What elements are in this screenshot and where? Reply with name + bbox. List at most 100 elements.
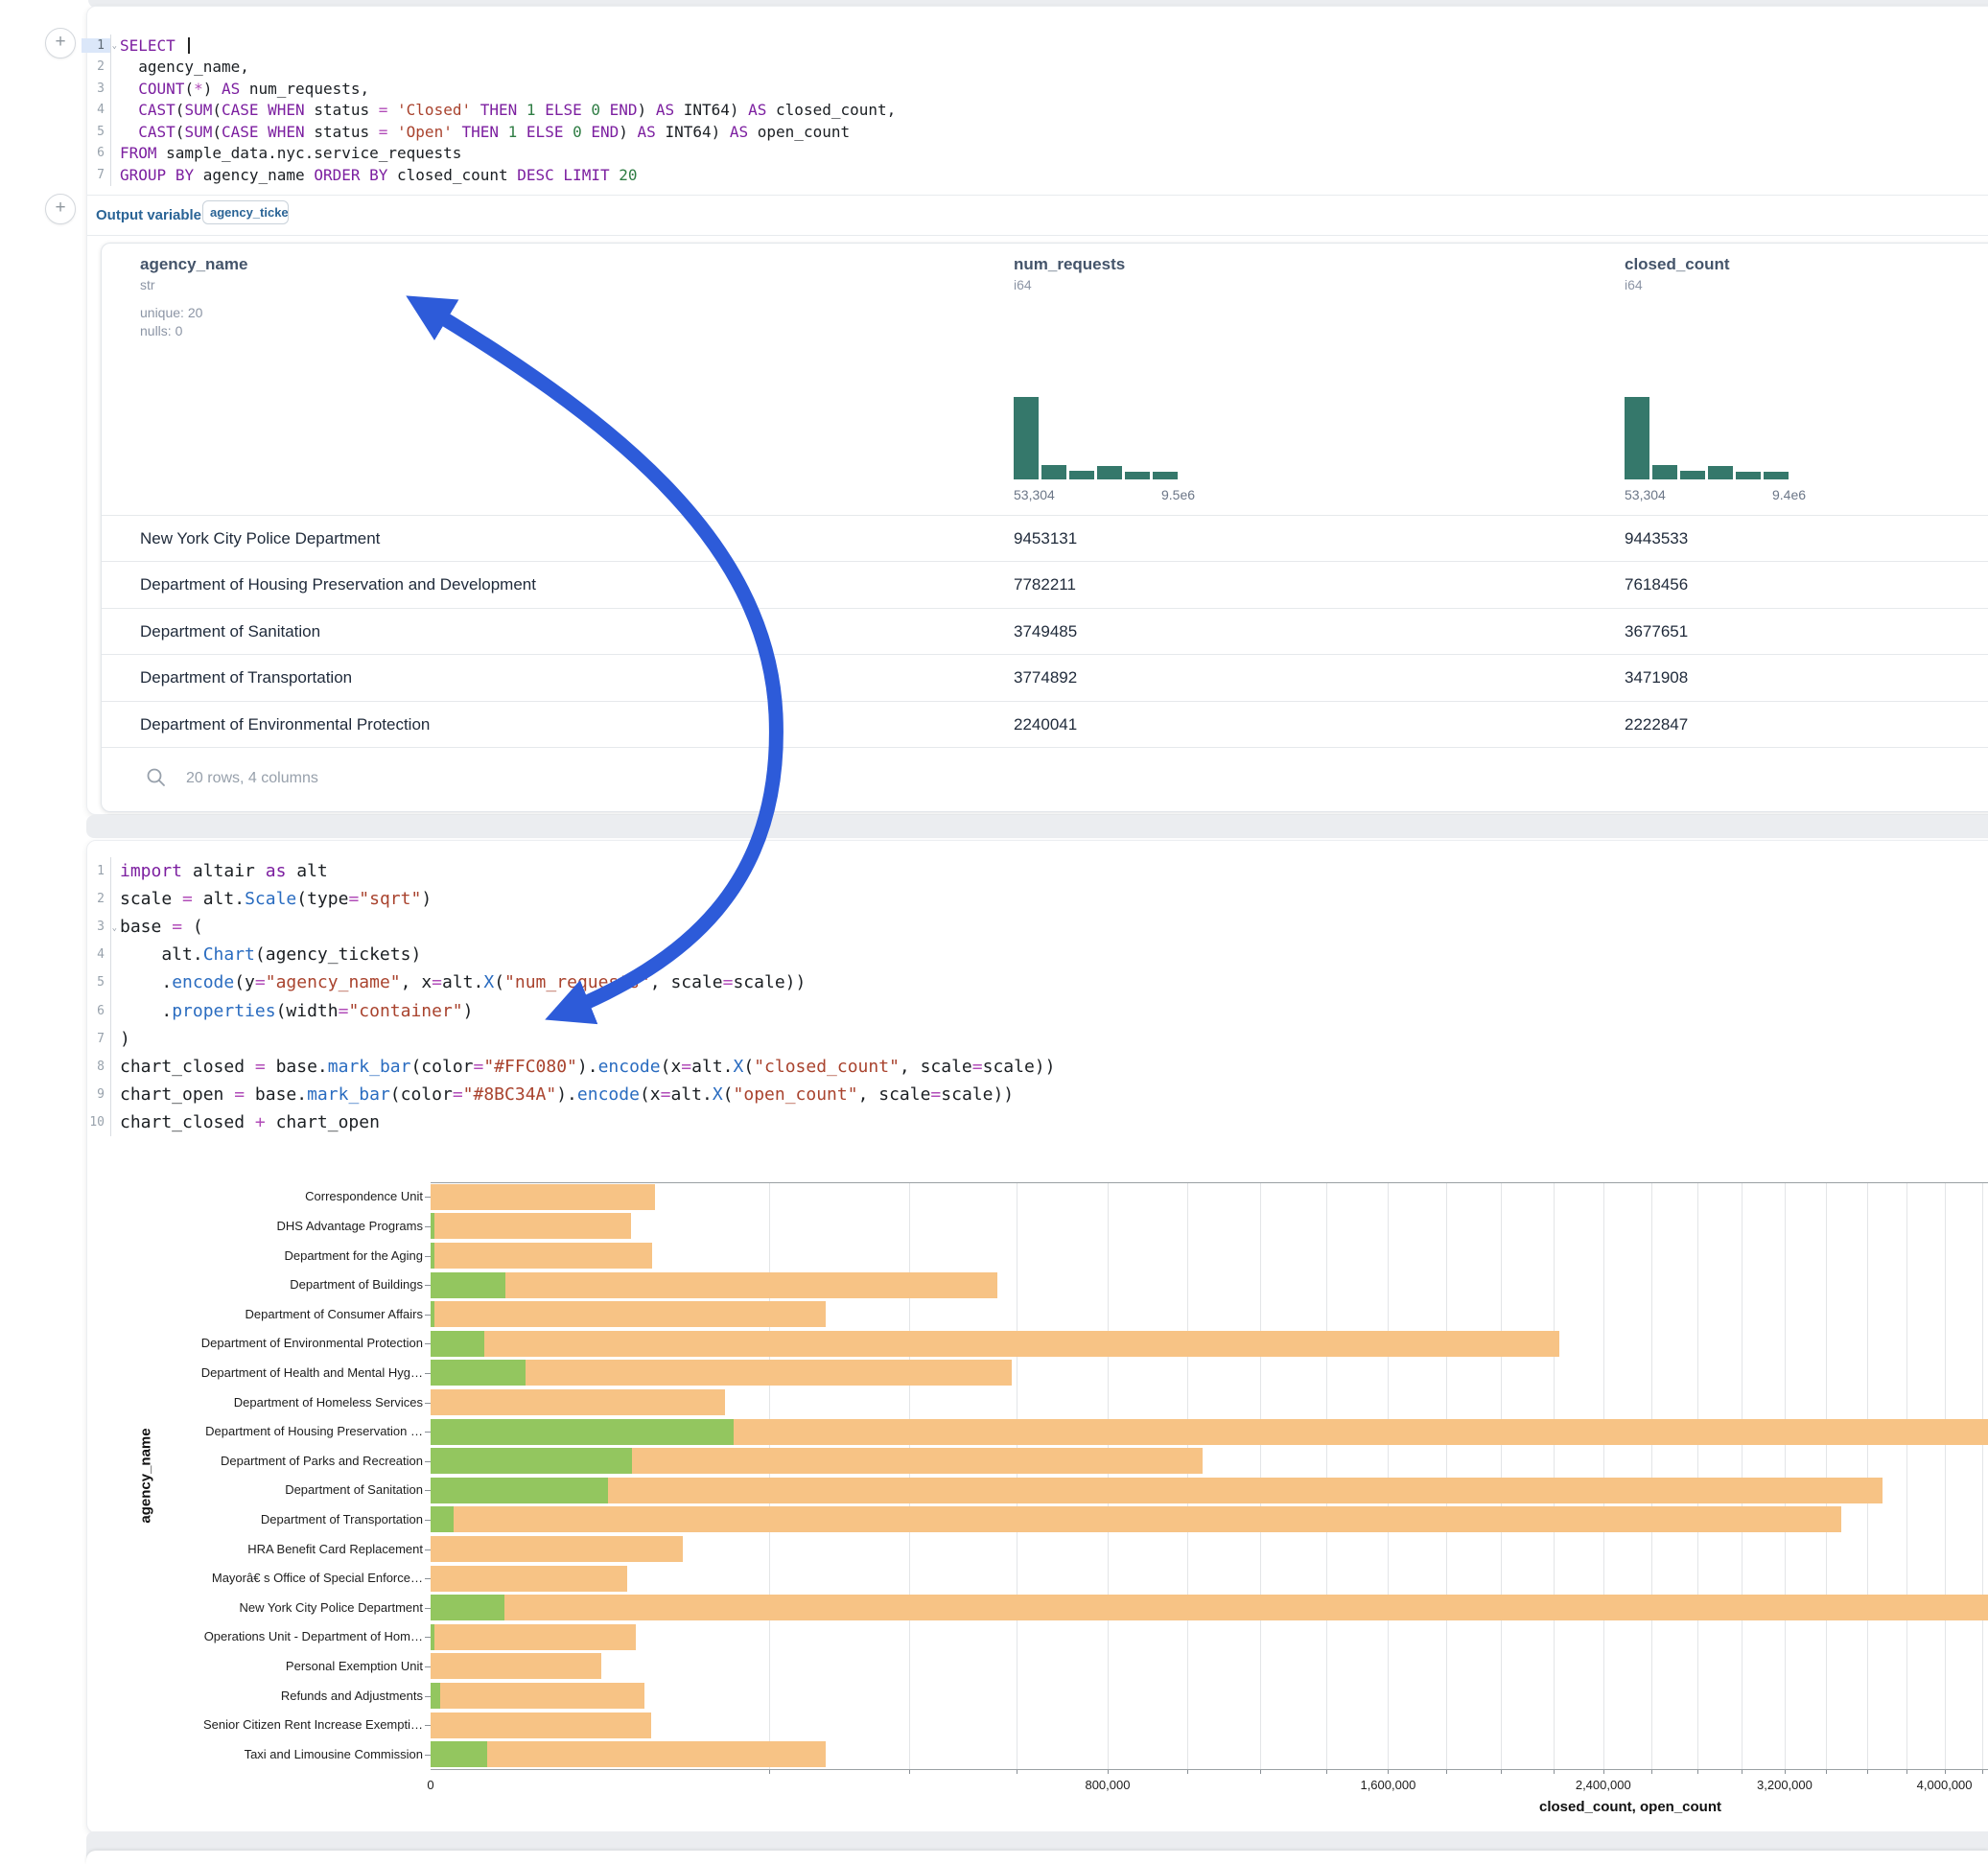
code-text: scale = alt.Scale(type="sqrt") [110,885,432,913]
code-text: CAST(SUM(CASE WHEN status = 'Open' THEN … [110,121,850,143]
code-text: COUNT(*) AS num_requests, [110,78,369,100]
column-stat-unique: unique: 20 [140,305,202,320]
line-number: 2 [82,892,110,906]
code-line: 1import altair as alt [82,857,1055,885]
histogram-max-label: 9.5e6 [1161,487,1195,502]
cell-num-requests: 7782211 [1014,575,1076,594]
code-text: chart_open = base.mark_bar(color="#8BC34… [110,1081,1014,1108]
code-line: 2scale = alt.Scale(type="sqrt") [82,885,1055,913]
table-row: Department of Environmental Protection 22… [102,701,1988,748]
histogram-bar [1680,471,1705,479]
line-number: 3 [82,82,110,96]
sql-code-editor[interactable]: 1⌄SELECT 2 agency_name,3 COUNT(*) AS num… [82,35,896,186]
x-axis-title: closed_count, open_count [1539,1799,1721,1815]
code-text: import altair as alt [110,857,328,885]
code-text: base = ( [110,913,203,941]
histogram-bar [1014,397,1039,479]
line-number: 1⌄ [82,38,110,53]
cell-closed-count: 3677651 [1625,622,1688,641]
code-line: 3⌄base = ( [82,913,1055,941]
code-text: CAST(SUM(CASE WHEN status = 'Closed' THE… [110,100,896,122]
column-header-num-requests[interactable]: num_requests [1014,255,1125,274]
table-row-end-border [102,747,1988,748]
column-type-closed-count: i64 [1625,277,1643,292]
code-line: 4 CAST(SUM(CASE WHEN status = 'Closed' T… [82,100,896,122]
line-number: 5 [82,975,110,990]
line-number: 7 [82,1032,110,1046]
code-line: 6FROM sample_data.nyc.service_requests [82,143,896,165]
next-cell-edge [86,1851,1988,1864]
line-number: 9 [82,1087,110,1102]
cell-section-divider [87,195,1988,196]
output-variable-input[interactable]: agency_tickets [202,200,289,224]
code-text: ) [110,1025,130,1053]
code-line: 10chart_closed + chart_open [82,1108,1055,1136]
code-line: 5 CAST(SUM(CASE WHEN status = 'Open' THE… [82,121,896,143]
code-text: chart_closed = base.mark_bar(color="#FFC… [110,1053,1055,1081]
code-line: 5 .encode(y="agency_name", x=alt.X("num_… [82,968,1055,996]
cell-gap [86,815,1988,838]
text-cursor [188,37,190,54]
line-number: 10 [82,1115,110,1130]
code-text: SELECT [110,35,190,57]
fold-chevron-icon[interactable]: ⌄ [112,41,117,51]
code-line: 4 alt.Chart(agency_tickets) [82,941,1055,968]
code-line: 6 .properties(width="container") [82,996,1055,1024]
histogram-bar [1097,466,1122,479]
line-number: 3⌄ [82,920,110,934]
y-axis-title: agency_name [138,1428,154,1523]
histogram-bar [1736,472,1761,479]
column-type-agency-name: str [140,277,155,292]
python-code-editor[interactable]: 1import altair as alt2scale = alt.Scale(… [82,857,1055,1136]
table-row: New York City Police Department945313194… [102,515,1988,562]
notebook-page: + + 1⌄SELECT 2 agency_name,3 COUNT(*) AS… [0,0,1988,1864]
histogram-bar [1153,472,1178,479]
cell-num-requests: 2240041 [1014,715,1077,734]
histogram-bar [1652,465,1677,479]
cell-closed-count: 3471908 [1625,668,1688,687]
code-line: 7GROUP BY agency_name ORDER BY closed_co… [82,164,896,186]
code-text: .encode(y="agency_name", x=alt.X("num_re… [110,968,806,996]
code-text: GROUP BY agency_name ORDER BY closed_cou… [110,164,638,186]
cell-num-requests: 9453131 [1014,529,1077,548]
code-line: 1⌄SELECT [82,35,896,57]
code-line: 8chart_closed = base.mark_bar(color="#FF… [82,1053,1055,1081]
add-cell-button-top[interactable]: + [45,28,76,58]
code-line: 9chart_open = base.mark_bar(color="#8BC3… [82,1081,1055,1108]
code-text: chart_closed + chart_open [110,1108,380,1136]
code-text: FROM sample_data.nyc.service_requests [110,143,461,165]
line-number: 8 [82,1060,110,1074]
line-number: 1 [82,864,110,878]
table-row-count: 20 rows, 4 columns [186,770,318,787]
histogram-min-label: 53,304 [1625,487,1666,502]
cell-closed-count: 2222847 [1625,715,1688,734]
line-number: 4 [82,947,110,962]
table-row: Department of Sanitation37494853677651 [102,608,1988,655]
line-number: 7 [82,168,110,182]
output-variable-label: Output variable: [96,207,206,223]
histogram-max-label: 9.4e6 [1772,487,1806,502]
cell-agency-name: New York City Police Department [140,529,380,548]
search-icon[interactable] [146,767,167,788]
code-line: 2 agency_name, [82,57,896,79]
cell-closed-count: 7618456 [1625,575,1688,594]
cell-agency-name: Department of Sanitation [140,622,320,641]
histogram-min-label: 53,304 [1014,487,1055,502]
fold-chevron-icon[interactable]: ⌄ [112,923,117,933]
code-text: agency_name, [110,57,249,79]
histogram-bar [1041,465,1066,479]
line-number: 6 [82,1004,110,1018]
column-header-agency-name[interactable]: agency_name [140,255,247,274]
histogram-bar [1625,397,1649,479]
column-type-num-requests: i64 [1014,277,1032,292]
histogram-closed-count [1625,397,1792,479]
column-header-closed-count[interactable]: closed_count [1625,255,1730,274]
cell-num-requests: 3774892 [1014,668,1077,687]
results-table: agency_name str unique: 20 nulls: 0 num_… [101,243,1988,812]
code-text: .properties(width="container") [110,996,474,1024]
add-cell-button-output[interactable]: + [45,194,76,224]
cell-agency-name: Department of Environmental Protection [140,715,430,734]
histogram-num-requests [1014,397,1181,479]
table-row: Department of Transportation377489234719… [102,654,1988,701]
code-line: 3 COUNT(*) AS num_requests, [82,78,896,100]
